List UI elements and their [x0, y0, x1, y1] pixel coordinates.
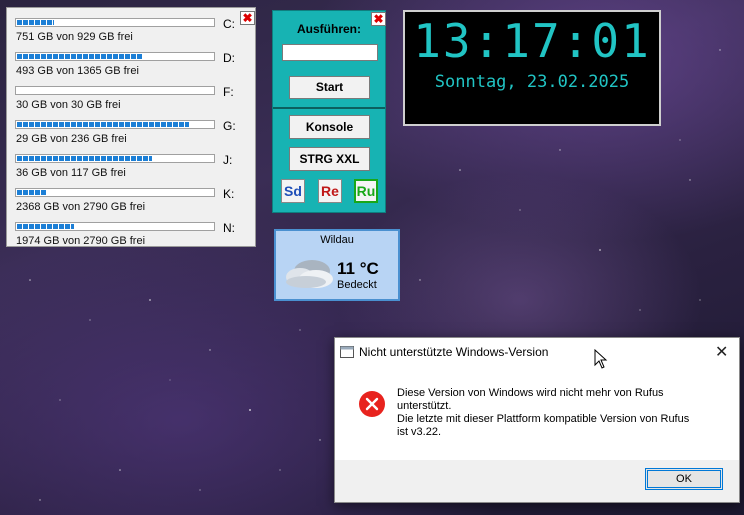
drive-free-text: 493 GB von 1365 GB frei — [16, 65, 139, 77]
run-title: Ausführen: — [297, 22, 361, 36]
drive-letter: F: — [223, 85, 234, 99]
unsupported-version-dialog: Nicht unterstützte Windows-Version ✕ Die… — [334, 337, 740, 503]
shortcut-sd-button[interactable]: Sd — [281, 179, 305, 203]
drive-free-text: 2368 GB von 2790 GB frei — [16, 201, 146, 213]
drive-letter: G: — [223, 119, 236, 133]
weather-city: Wildau — [320, 234, 354, 246]
drive-free-text: 36 GB von 117 GB frei — [16, 167, 126, 179]
strg-xxl-button[interactable]: STRG XXL — [289, 147, 370, 171]
drive-free-text: 29 GB von 236 GB frei — [16, 133, 127, 145]
message-line: ist v3.22. — [397, 426, 442, 438]
start-button[interactable]: Start — [289, 76, 370, 99]
shortcut-re-button[interactable]: Re — [318, 179, 342, 203]
drive-free-text: 30 GB von 30 GB frei — [16, 99, 121, 111]
drive-usage-bar — [15, 120, 215, 129]
drive-free-text: 1974 GB von 2790 GB frei — [16, 235, 146, 247]
weather-temperature: 11 °C — [337, 259, 379, 278]
run-separator — [273, 107, 385, 109]
message-line: unterstützt. — [397, 400, 452, 412]
drive-row-n: N: 1974 GB von 2790 GB frei — [15, 220, 255, 254]
drive-row-k: K: 2368 GB von 2790 GB frei — [15, 186, 255, 220]
drive-space-widget: ✖ C: 751 GB von 929 GB frei D: 493 GB vo… — [6, 7, 256, 247]
drive-free-text: 751 GB von 929 GB frei — [16, 31, 133, 43]
app-window-icon — [340, 346, 354, 358]
drive-usage-bar — [15, 154, 215, 163]
drive-row-g: G: 29 GB von 236 GB frei — [15, 118, 255, 152]
dialog-footer: OK — [335, 460, 739, 502]
drive-letter: J: — [223, 153, 233, 167]
run-command-input[interactable] — [282, 44, 378, 61]
drive-usage-bar — [15, 52, 215, 61]
cloud-icon — [286, 260, 333, 288]
drive-letter: D: — [223, 51, 235, 65]
drive-letter: N: — [223, 221, 235, 235]
dialog-title: Nicht unterstützte Windows-Version — [359, 345, 549, 359]
dialog-message: Diese Version von Windows wird nicht meh… — [397, 387, 717, 439]
drive-letter: C: — [223, 17, 235, 31]
drive-usage-bar — [15, 188, 215, 197]
clock-widget: 13:17:01 Sonntag, 23.02.2025 — [403, 10, 661, 126]
ok-button[interactable]: OK — [645, 468, 723, 490]
weather-widget: Wildau 11 °C Bedeckt — [274, 229, 400, 301]
dialog-titlebar[interactable]: Nicht unterstützte Windows-Version ✕ — [335, 338, 739, 366]
run-widget: ✖ Ausführen: Start Konsole STRG XXL Sd R… — [272, 10, 386, 213]
drive-usage-bar — [15, 86, 215, 95]
message-line: Diese Version von Windows wird nicht meh… — [397, 387, 664, 399]
drive-usage-bar — [15, 18, 215, 27]
error-icon — [359, 391, 385, 417]
console-button[interactable]: Konsole — [289, 115, 370, 139]
close-icon[interactable]: ✕ — [715, 342, 728, 362]
message-line: Die letzte mit dieser Plattform kompatib… — [397, 413, 690, 425]
drive-row-d: D: 493 GB von 1365 GB frei — [15, 50, 255, 84]
clock-date: Sonntag, 23.02.2025 — [434, 72, 630, 92]
mouse-cursor-icon — [594, 349, 608, 369]
weather-condition: Bedeckt — [337, 279, 377, 291]
drive-row-c: C: 751 GB von 929 GB frei — [15, 16, 255, 50]
drive-row-j: J: 36 GB von 117 GB frei — [15, 152, 255, 186]
shortcut-ru-button[interactable]: Ru — [354, 179, 378, 203]
drive-usage-bar — [15, 222, 215, 231]
clock-time: 13:17:01 — [413, 14, 651, 68]
drive-letter: K: — [223, 187, 235, 201]
drive-row-f: F: 30 GB von 30 GB frei — [15, 84, 255, 118]
